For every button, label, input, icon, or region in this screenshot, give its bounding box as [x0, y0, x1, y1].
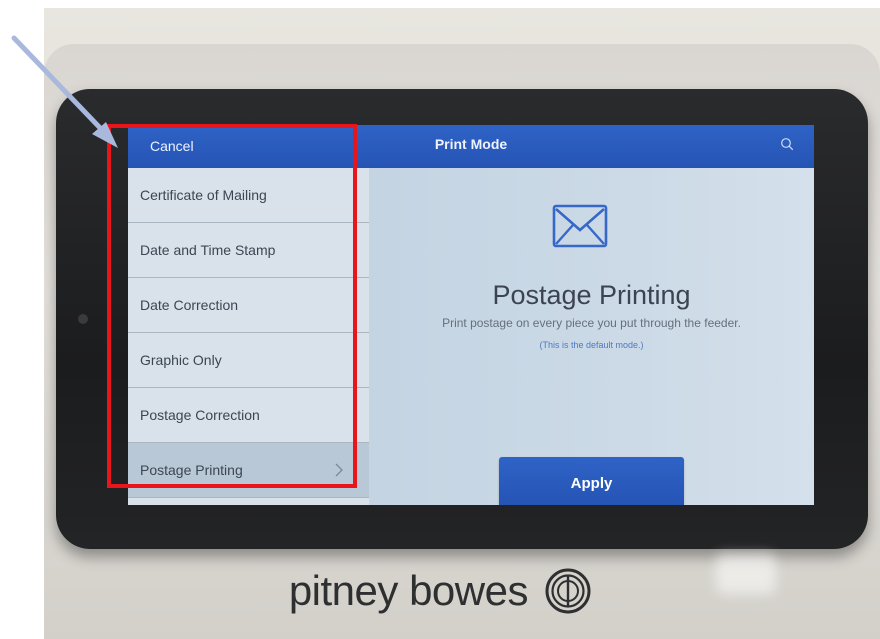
menu-item-date-and-time-stamp[interactable]: Date and Time Stamp	[128, 223, 369, 278]
mode-title: Postage Printing	[492, 280, 691, 310]
device-body: Cancel Print Mode Certificate of Mailing…	[44, 44, 880, 639]
mode-list: Certificate of Mailing Date and Time Sta…	[128, 168, 369, 505]
menu-item-postage-correction[interactable]: Postage Correction	[128, 388, 369, 443]
page-title: Print Mode	[434, 136, 508, 152]
camera-dot	[78, 314, 88, 324]
menu-item-certificate-of-mailing[interactable]: Certificate of Mailing	[128, 168, 369, 223]
mode-note: (This is the default mode.)	[539, 340, 644, 350]
detail-panel: Postage Printing Print postage on every …	[369, 168, 814, 505]
menu-item-postage-printing[interactable]: Postage Printing	[128, 443, 369, 498]
search-icon[interactable]	[780, 137, 794, 151]
top-bar: Cancel Print Mode	[128, 125, 814, 168]
menu-item-label: Postage Correction	[140, 407, 260, 423]
menu-item-label: Graphic Only	[140, 352, 222, 368]
brand-logo: pitney bowes	[0, 564, 880, 615]
chevron-right-icon	[335, 463, 343, 477]
menu-item-label: Date and Time Stamp	[140, 242, 276, 258]
brand-name: pitney bowes	[288, 566, 529, 614]
screen-bezel: Cancel Print Mode Certificate of Mailing…	[56, 89, 868, 549]
menu-item-graphic-only[interactable]: Graphic Only	[128, 333, 369, 388]
device-photo: Cancel Print Mode Certificate of Mailing…	[44, 8, 880, 639]
envelope-icon	[552, 204, 608, 248]
pitney-bowes-logo-icon	[545, 568, 591, 614]
menu-item-label: Certificate of Mailing	[140, 187, 267, 203]
mode-description: Print postage on every piece you put thr…	[442, 316, 741, 330]
apply-button[interactable]: Apply	[499, 457, 684, 505]
touch-screen: Cancel Print Mode Certificate of Mailing…	[128, 125, 814, 505]
menu-item-label: Postage Printing	[140, 462, 243, 478]
menu-item-date-correction[interactable]: Date Correction	[128, 278, 369, 333]
menu-item-label: Date Correction	[140, 297, 239, 313]
